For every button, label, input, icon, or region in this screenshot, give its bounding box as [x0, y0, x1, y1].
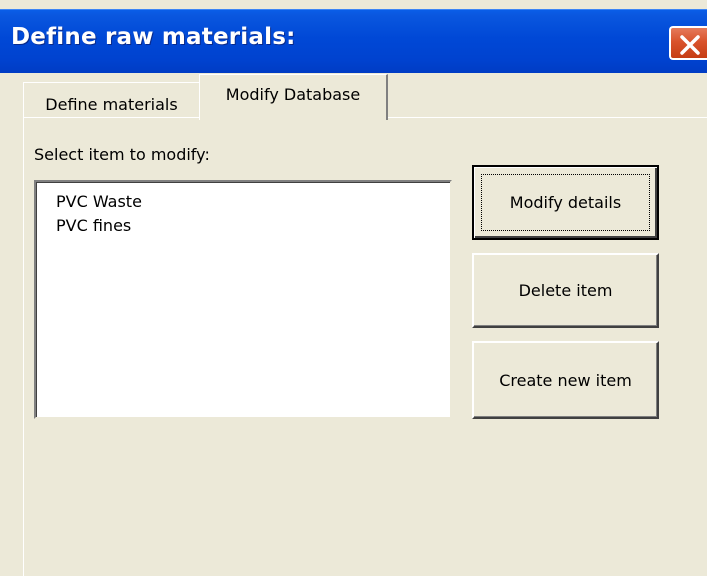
modify-details-button[interactable]: Modify details: [472, 165, 659, 240]
close-button[interactable]: [669, 26, 707, 60]
title-bar[interactable]: Define raw materials:: [0, 9, 707, 73]
tab-modify-database[interactable]: Modify Database: [199, 74, 388, 120]
list-item[interactable]: PVC Waste: [56, 192, 142, 211]
delete-item-label: Delete item: [518, 281, 613, 300]
create-new-item-label: Create new item: [499, 370, 632, 390]
tab-define-materials[interactable]: Define materials: [23, 82, 200, 118]
list-item[interactable]: PVC fines: [56, 216, 131, 235]
window-title: Define raw materials:: [11, 24, 296, 50]
tab-strip: Define materials Modify Database: [0, 72, 707, 120]
items-listbox[interactable]: PVC Waste PVC fines: [34, 180, 452, 419]
close-x-icon: [680, 35, 700, 55]
select-item-label: Select item to modify:: [34, 145, 210, 164]
dialog-window: Define raw materials: Define materials M…: [0, 0, 707, 576]
focus-ring: [481, 174, 650, 231]
delete-item-button[interactable]: Delete item: [472, 253, 659, 328]
create-new-item-button[interactable]: Create new item: [472, 341, 659, 419]
